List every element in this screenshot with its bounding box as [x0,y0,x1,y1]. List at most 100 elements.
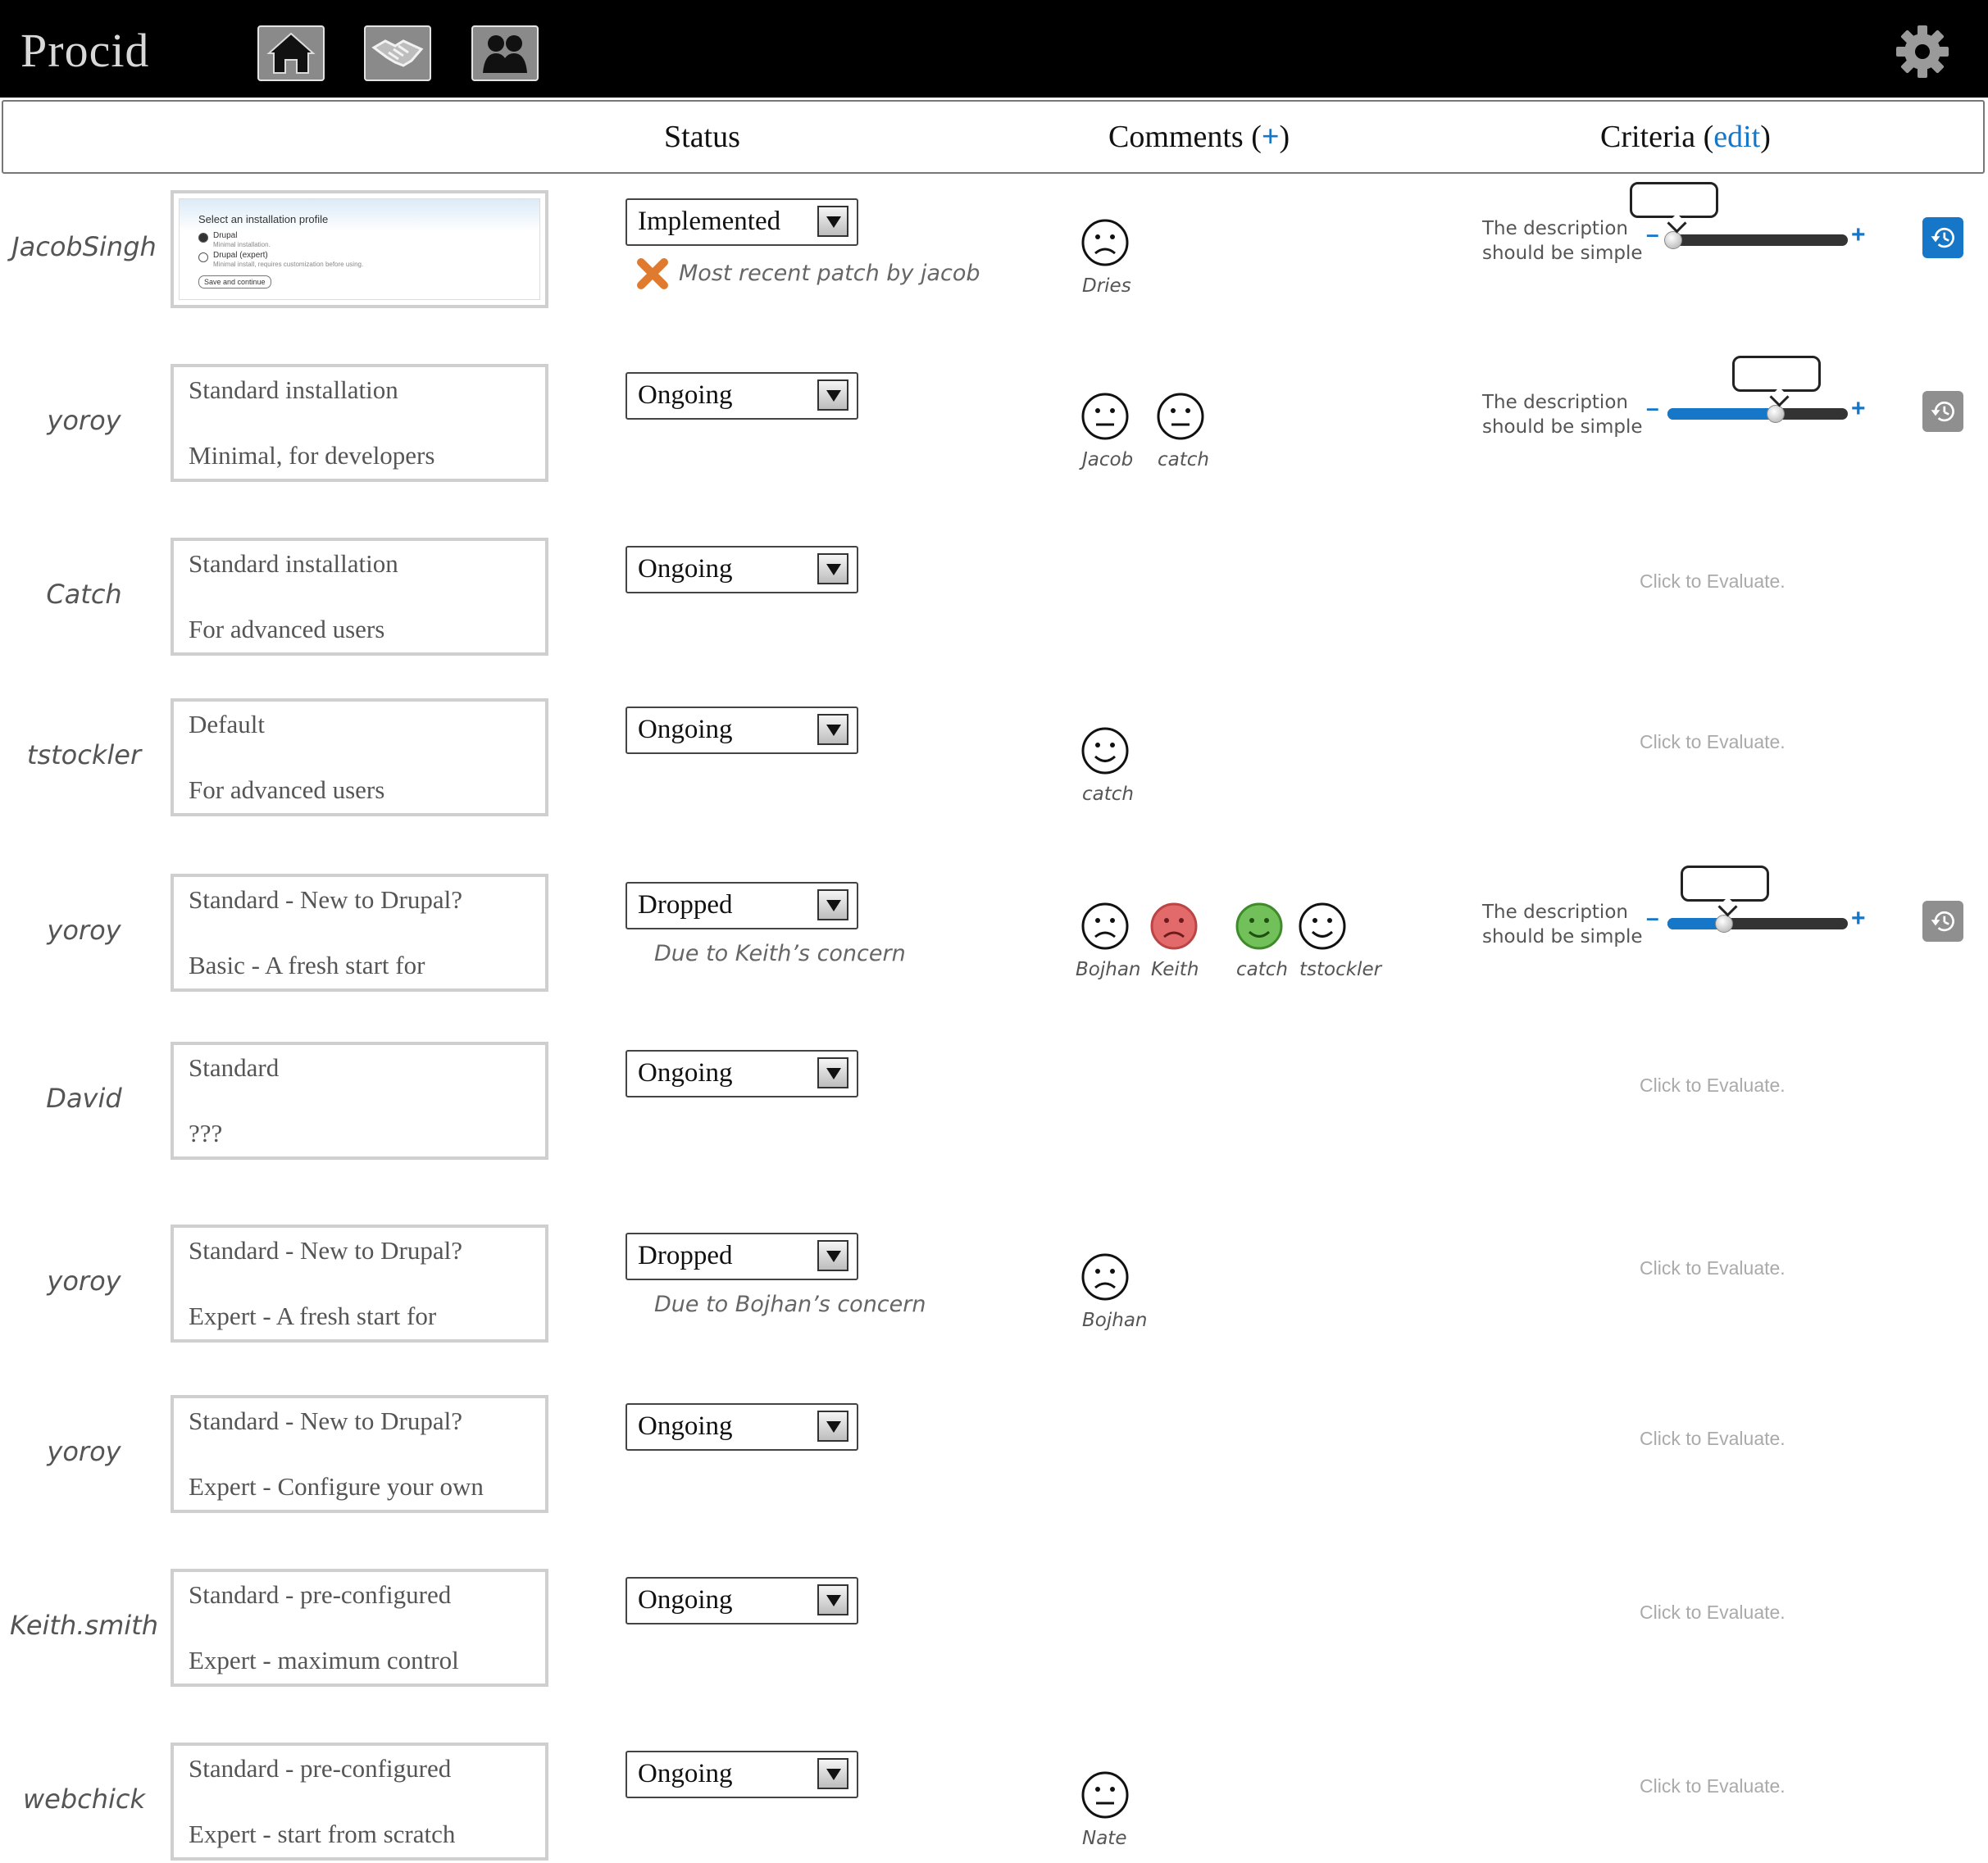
criteria-slider[interactable]: – + [1646,905,1866,933]
dropdown-arrow-icon[interactable] [817,1411,848,1442]
criteria-slider[interactable]: – + [1646,221,1866,249]
status-dropdown[interactable]: Dropped [626,1233,858,1280]
dropdown-arrow-icon[interactable] [817,553,848,584]
history-icon[interactable] [1922,901,1963,942]
criteria-close-paren: ) [1760,120,1771,154]
criteria-slider[interactable]: – + [1646,395,1866,423]
slider-knob[interactable] [1715,915,1733,933]
edit-criteria-link[interactable]: edit [1713,120,1760,154]
history-icon[interactable] [1922,217,1963,258]
proposal-line-1: Standard - New to Drupal? [189,885,463,914]
sad-face-icon[interactable] [1080,902,1130,951]
click-to-evaluate-link[interactable]: Click to Evaluate. [1640,1428,1786,1450]
proposal-box[interactable]: Default For advanced users [171,698,548,816]
status-dropdown[interactable]: Ongoing [626,707,858,754]
happy-face-icon[interactable] [1235,902,1284,951]
dropdown-arrow-icon[interactable] [817,714,848,745]
criteria-description: The description should be simple [1482,216,1643,266]
slider-minus-icon[interactable]: – [1646,395,1659,421]
add-comment-button[interactable]: + [1262,120,1280,154]
happy-face-icon[interactable] [1080,726,1130,775]
status-dropdown[interactable]: Implemented [626,198,858,246]
proposal-box[interactable]: Standard - pre-configured Expert - maximu… [171,1569,548,1687]
dropdown-arrow-icon[interactable] [817,1240,848,1271]
slider-plus-icon[interactable]: + [1851,905,1866,933]
neutral-face-icon[interactable] [1080,1770,1130,1820]
neutral-face-icon[interactable] [1156,392,1205,441]
status-value: Ongoing [638,554,733,584]
proposal-line-2: Expert - A fresh start for [189,1302,437,1330]
row-username[interactable]: Keith.smith [0,1610,168,1641]
slider-fill [1667,408,1776,420]
proposal-box[interactable]: Standard??? [171,1042,548,1160]
proposal-box[interactable]: Standard - New to Drupal? Expert - Config… [171,1395,548,1513]
status-dropdown[interactable]: Ongoing [626,546,858,593]
slider-knob[interactable] [1664,231,1682,249]
slider-plus-icon[interactable]: + [1851,221,1866,249]
neutral-face-icon[interactable] [1080,392,1130,441]
gear-icon[interactable] [1894,23,1951,80]
installation-screenshot-thumbnail[interactable]: Select an installation profile Drupal Mini… [171,190,548,308]
history-icon[interactable] [1922,391,1963,432]
proposal-box[interactable]: Standard - New to Drupal? Expert - A fres… [171,1225,548,1343]
dropdown-arrow-icon[interactable] [817,379,848,411]
proposal-box[interactable]: Standard - pre-configured Expert - start … [171,1743,548,1861]
handshake-icon [371,39,424,67]
criteria-text-line-1: The description [1482,392,1628,413]
click-to-evaluate-link[interactable]: Click to Evaluate. [1640,1602,1786,1624]
status-dropdown[interactable]: Ongoing [626,1403,858,1451]
slider-track[interactable] [1667,234,1848,246]
sad-face-icon[interactable] [1080,1252,1130,1302]
row-username[interactable]: yoroy [0,1265,168,1297]
row-username[interactable]: David [0,1083,168,1114]
status-dropdown[interactable]: Ongoing [626,1050,858,1097]
status-column-header: Status [664,120,740,154]
proposal-line-2: For advanced users [189,775,385,804]
dropdown-arrow-icon[interactable] [817,206,848,237]
row-username[interactable]: tstockler [0,739,168,770]
slider-knob[interactable] [1767,405,1785,423]
criteria-text-line-2: should be simple [1482,416,1643,438]
slider-plus-icon[interactable]: + [1851,395,1866,423]
click-to-evaluate-link[interactable]: Click to Evaluate. [1640,570,1786,593]
criteria-text-line-1: The description [1482,902,1628,923]
slider-track[interactable] [1667,918,1848,929]
sad-face-icon[interactable] [1080,218,1130,267]
click-to-evaluate-link[interactable]: Click to Evaluate. [1640,1257,1786,1279]
dropdown-arrow-icon[interactable] [817,1758,848,1789]
slider-value-bubble [1732,356,1821,392]
status-dropdown[interactable]: Ongoing [626,1577,858,1624]
x-cross-icon [636,257,669,290]
nav-collaborate-button[interactable] [364,25,431,81]
nav-people-button[interactable] [471,25,539,81]
slider-minus-icon[interactable]: – [1646,905,1659,931]
slider-minus-icon[interactable]: – [1646,221,1659,248]
sad-face-icon[interactable] [1149,902,1199,951]
happy-face-icon[interactable] [1298,902,1347,951]
status-dropdown[interactable]: Ongoing [626,1751,858,1798]
status-dropdown[interactable]: Ongoing [626,372,858,420]
dropdown-arrow-icon[interactable] [817,1584,848,1615]
dropdown-arrow-icon[interactable] [817,889,848,920]
click-to-evaluate-link[interactable]: Click to Evaluate. [1640,731,1786,753]
people-icon [483,35,527,73]
row-username[interactable]: yoroy [0,1436,168,1467]
nav-home-button[interactable] [257,25,325,81]
status-dropdown[interactable]: Dropped [626,882,858,929]
row-username[interactable]: Catch [0,579,168,610]
proposal-box[interactable]: Standard installation Minimal, for develo… [171,364,548,482]
slider-value-bubble [1681,866,1769,902]
click-to-evaluate-link[interactable]: Click to Evaluate. [1640,1775,1786,1797]
proposal-box[interactable]: Standard installation For advanced users [171,538,548,656]
proposal-line-1: Standard - pre-configured [189,1754,452,1783]
proposal-line-1: Default [189,710,265,738]
preview-option-1: Drupal [213,231,238,240]
click-to-evaluate-link[interactable]: Click to Evaluate. [1640,1075,1786,1097]
proposal-box[interactable]: Standard - New to Drupal? Basic - A fresh… [171,874,548,992]
slider-track[interactable] [1667,408,1848,420]
row-username[interactable]: yoroy [0,915,168,946]
dropdown-arrow-icon[interactable] [817,1057,848,1088]
row-username[interactable]: JacobSingh [0,231,168,262]
row-username[interactable]: webchick [0,1783,168,1815]
row-username[interactable]: yoroy [0,405,168,436]
